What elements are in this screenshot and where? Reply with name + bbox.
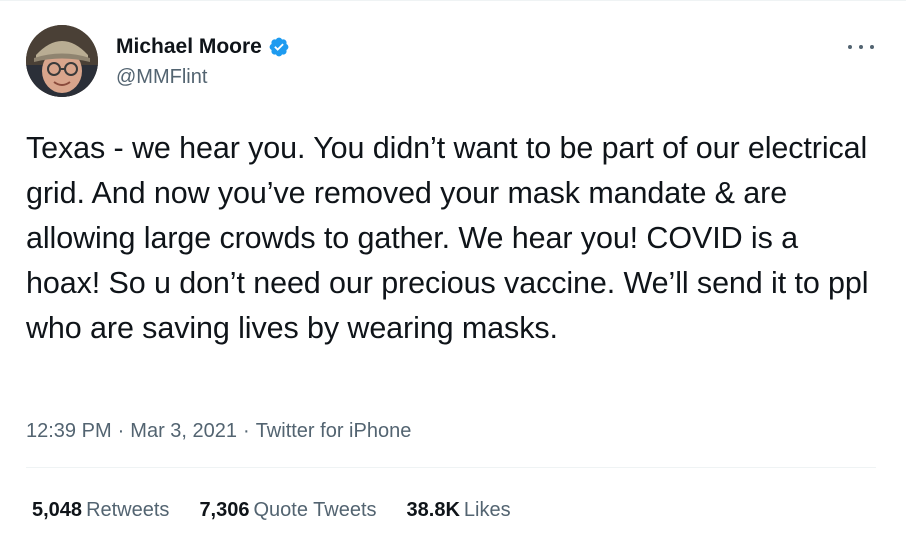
retweets-stat[interactable]: 5,048 Retweets [32,496,169,524]
verified-badge-icon [268,36,290,58]
likes-count: 38.8K [406,499,460,521]
avatar-image [26,25,98,97]
more-options-icon[interactable] [848,39,874,55]
tweet-source[interactable]: Twitter for iPhone [256,420,412,442]
tweet-stats: 5,048 Retweets 7,306 Quote Tweets 38.8K Lik… [32,496,541,524]
tweet-time[interactable]: 12:39 PM [26,420,112,442]
meta-separator: · [117,420,125,442]
quote-tweets-stat[interactable]: 7,306 Quote Tweets [199,496,376,524]
retweets-label: Retweets [86,499,170,521]
tweet-meta: 12:39 PM · Mar 3, 2021 · Twitter for iPhone [26,417,411,445]
quote-tweets-label: Quote Tweets [253,499,377,521]
quote-tweets-count: 7,306 [199,499,250,521]
avatar[interactable] [26,25,98,97]
retweets-count: 5,048 [32,499,83,521]
likes-stat[interactable]: 38.8K Likes [407,496,511,524]
author-name-row[interactable]: Michael Moore [116,33,290,61]
tweet-text: Texas - we hear you. You didn’t want to … [26,131,877,345]
likes-label: Likes [463,499,511,521]
tweet-date[interactable]: Mar 3, 2021 [130,420,237,442]
divider [26,467,876,468]
author-handle[interactable]: @MMFlint [116,63,207,91]
author-name[interactable]: Michael Moore [116,33,262,61]
meta-separator: · [243,420,250,442]
tweet-card: Michael Moore @MMFlint Texas - we hear y… [0,0,906,540]
